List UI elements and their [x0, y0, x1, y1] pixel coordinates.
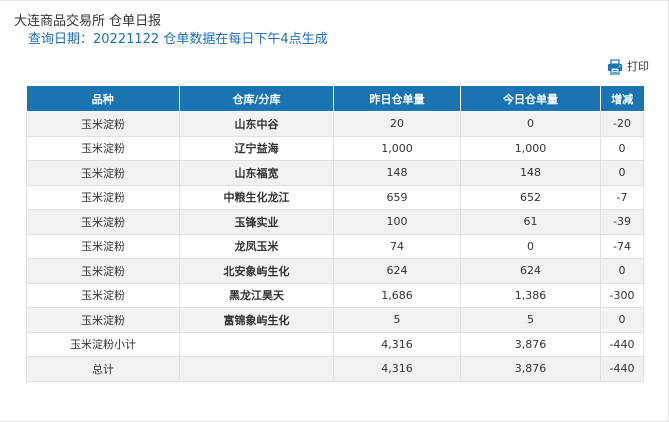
- table-row: 玉米淀粉 富锦象屿生化 5 5 0: [26, 307, 644, 333]
- cell-yesterday: 1,686: [333, 282, 461, 308]
- cell-today: 61: [460, 209, 601, 235]
- cell-variety: 玉米淀粉: [26, 160, 180, 186]
- cell-yesterday: 148: [333, 160, 461, 186]
- cell-variety: 玉米淀粉: [26, 258, 180, 284]
- cell-today: 1,386: [460, 282, 601, 308]
- print-button[interactable]: 打印: [607, 59, 649, 75]
- print-label: 打印: [627, 60, 649, 73]
- cell-total-label: 总计: [26, 356, 180, 382]
- cell-change: -74: [600, 233, 644, 259]
- table-row: 玉米淀粉 玉锋实业 100 61 -39: [26, 209, 644, 235]
- table-row: 玉米淀粉 山东中谷 20 0 -20: [26, 111, 644, 137]
- cell-today: 652: [460, 184, 601, 210]
- cell-today: 5: [460, 307, 601, 333]
- cell-change: 0: [600, 258, 644, 284]
- cell-subtotal-today: 3,876: [460, 331, 601, 357]
- cell-subtotal-yesterday: 4,316: [333, 331, 461, 357]
- table-row: 玉米淀粉 辽宁益海 1,000 1,000 0: [26, 135, 644, 161]
- subtotal-row: 玉米淀粉小计 4,316 3,876 -440: [26, 331, 644, 357]
- cell-variety: 玉米淀粉: [26, 135, 180, 161]
- cell-change: 0: [600, 307, 644, 333]
- cell-yesterday: 624: [333, 258, 461, 284]
- cell-variety: 玉米淀粉: [26, 184, 180, 210]
- cell-yesterday: 100: [333, 209, 461, 235]
- column-header-variety: 品种: [26, 86, 180, 112]
- cell-subtotal-label: 玉米淀粉小计: [26, 331, 180, 357]
- cell-warehouse: 辽宁益海: [179, 135, 334, 161]
- cell-variety: 玉米淀粉: [26, 233, 180, 259]
- cell-variety: 玉米淀粉: [26, 111, 180, 137]
- cell-warehouse: 黑龙江昊天: [179, 282, 334, 308]
- cell-warehouse: 山东福宽: [179, 160, 334, 186]
- generation-note: 仓单数据在每日下午4点生成: [163, 32, 328, 47]
- cell-today: 0: [460, 233, 601, 259]
- cell-change: -300: [600, 282, 644, 308]
- cell-total-change: -440: [600, 356, 644, 382]
- column-header-yesterday: 昨日仓单量: [333, 86, 461, 112]
- column-header-change: 增减: [600, 86, 644, 112]
- cell-variety: 玉米淀粉: [26, 209, 180, 235]
- cell-variety: 玉米淀粉: [26, 307, 180, 333]
- cell-warehouse: 富锦象屿生化: [179, 307, 334, 333]
- cell-warehouse: 北安象屿生化: [179, 258, 334, 284]
- column-header-warehouse: 仓库/分库: [179, 86, 334, 112]
- cell-total-today: 3,876: [460, 356, 601, 382]
- cell-today: 1,000: [460, 135, 601, 161]
- table-row: 玉米淀粉 北安象屿生化 624 624 0: [26, 258, 644, 284]
- report-page: 大连商品交易所 仓单日报 查询日期：20221122 仓单数据在每日下午4点生成…: [0, 0, 669, 422]
- table-header-row: 品种 仓库/分库 昨日仓单量 今日仓单量 增减: [26, 86, 644, 112]
- cell-variety: 玉米淀粉: [26, 282, 180, 308]
- cell-yesterday: 20: [333, 111, 461, 137]
- cell-change: -7: [600, 184, 644, 210]
- cell-change: -20: [600, 111, 644, 137]
- cell-total-yesterday: 4,316: [333, 356, 461, 382]
- page-title: 大连商品交易所 仓单日报: [14, 14, 162, 29]
- cell-warehouse: 玉锋实业: [179, 209, 334, 235]
- cell-change: -39: [600, 209, 644, 235]
- cell-change: 0: [600, 135, 644, 161]
- table-row: 玉米淀粉 中粮生化龙江 659 652 -7: [26, 184, 644, 210]
- cell-yesterday: 74: [333, 233, 461, 259]
- warehouse-receipt-table: 品种 仓库/分库 昨日仓单量 今日仓单量 增减 玉米淀粉 山东中谷 20 0 -…: [26, 86, 644, 382]
- cell-warehouse: 山东中谷: [179, 111, 334, 137]
- table-row: 玉米淀粉 黑龙江昊天 1,686 1,386 -300: [26, 282, 644, 308]
- top-divider: [0, 0, 669, 1]
- query-label: 查询日期：: [28, 32, 94, 47]
- cell-today: 0: [460, 111, 601, 137]
- column-header-today: 今日仓单量: [460, 86, 601, 112]
- cell-total-warehouse: [179, 356, 334, 382]
- query-date: 20221122: [93, 32, 160, 47]
- table-row: 玉米淀粉 龙凤玉米 74 0 -74: [26, 233, 644, 259]
- cell-subtotal-warehouse: [179, 331, 334, 357]
- printer-icon: [608, 59, 622, 75]
- cell-warehouse: 中粮生化龙江: [179, 184, 334, 210]
- cell-today: 148: [460, 160, 601, 186]
- cell-yesterday: 659: [333, 184, 461, 210]
- cell-change: 0: [600, 160, 644, 186]
- cell-today: 624: [460, 258, 601, 284]
- total-row: 总计 4,316 3,876 -440: [26, 356, 644, 382]
- cell-yesterday: 5: [333, 307, 461, 333]
- query-info: 查询日期：20221122 仓单数据在每日下午4点生成: [28, 31, 328, 49]
- table-row: 玉米淀粉 山东福宽 148 148 0: [26, 160, 644, 186]
- cell-subtotal-change: -440: [600, 331, 644, 357]
- cell-warehouse: 龙凤玉米: [179, 233, 334, 259]
- cell-yesterday: 1,000: [333, 135, 461, 161]
